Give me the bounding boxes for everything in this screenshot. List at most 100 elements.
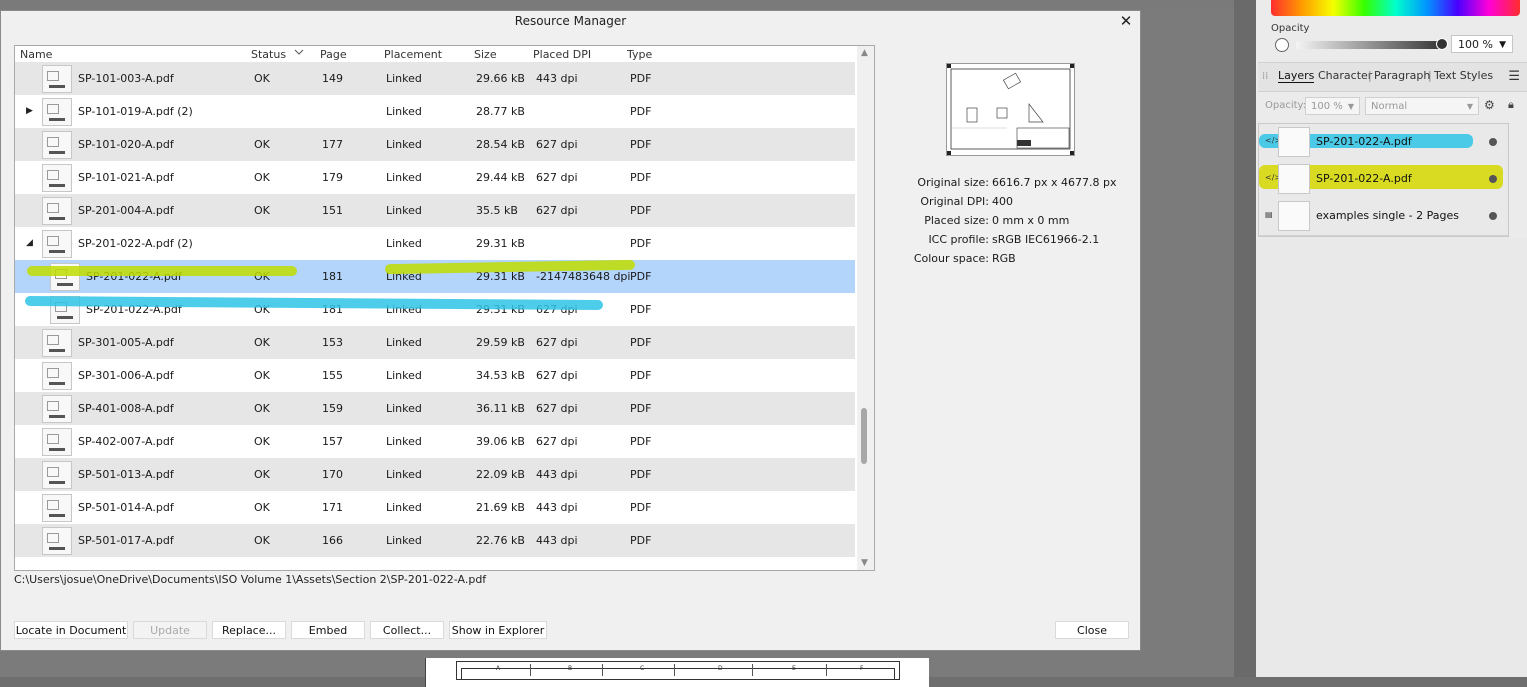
column-header-status[interactable]: Status [251, 48, 286, 61]
layer-name: SP-201-022-A.pdf [1316, 135, 1412, 148]
table-row[interactable]: SP-101-020-A.pdf OK 177 Linked 28.54 kB 627 d… [15, 128, 855, 161]
visibility-dot-icon[interactable] [1489, 212, 1497, 220]
row-name: SP-401-008-A.pdf [78, 402, 174, 415]
colour-spectrum[interactable] [1271, 0, 1520, 16]
table-row[interactable]: SP-101-003-A.pdf OK 149 Linked 29.66 kB 443 d… [15, 62, 855, 95]
opacity-slider[interactable] [1296, 41, 1444, 49]
sort-chevron-icon[interactable] [294, 47, 304, 57]
table-row[interactable]: SP-401-008-A.pdf OK 159 Linked 36.11 kB 627 d… [15, 392, 855, 425]
drawing-frame-inner [461, 668, 895, 679]
scroll-up-icon[interactable]: ▲ [861, 48, 868, 58]
column-header-size[interactable]: Size [474, 48, 497, 61]
replace-button[interactable]: Replace... [212, 621, 286, 639]
gear-icon[interactable]: ⚙ [1484, 98, 1495, 112]
row-name: SP-301-005-A.pdf [78, 336, 174, 349]
row-name: SP-101-021-A.pdf [78, 171, 174, 184]
row-size: 28.54 kB [476, 138, 525, 151]
lock-icon[interactable]: 🔒︎ [1508, 98, 1514, 112]
collect-button[interactable]: Collect... [370, 621, 444, 639]
file-thumbnail [42, 65, 72, 93]
opacity-value-field[interactable]: 100 % ▼ [1451, 35, 1513, 53]
tab-character[interactable]: Character [1318, 69, 1372, 82]
collapse-arrow-icon[interactable]: ◢ [26, 238, 33, 248]
tab-paragraph[interactable]: Paragraph [1374, 69, 1430, 82]
row-status: OK [254, 501, 270, 514]
file-thumbnail [42, 527, 72, 555]
info-value: 400 [992, 195, 1013, 208]
file-thumbnail [42, 197, 72, 225]
table-row[interactable]: SP-501-017-A.pdf OK 166 Linked 22.76 kB 443 d… [15, 524, 855, 557]
layer-thumbnail [1278, 164, 1310, 194]
info-label: ICC profile: [928, 233, 989, 246]
table-row[interactable]: SP-501-013-A.pdf OK 170 Linked 22.09 kB 443 d… [15, 458, 855, 491]
blend-mode-select[interactable]: Normal ▼ [1365, 97, 1479, 115]
tab-layers[interactable]: Layers [1278, 69, 1315, 83]
visibility-dot-icon[interactable] [1489, 175, 1497, 183]
layer-opacity-select[interactable]: 100 % ▼ [1305, 97, 1360, 115]
embed-button[interactable]: Embed [291, 621, 365, 639]
column-header-page[interactable]: Page [320, 48, 347, 61]
row-size: 21.69 kB [476, 501, 525, 514]
blend-mode-value: Normal [1371, 101, 1408, 112]
table-row[interactable]: ▶ SP-101-019-A.pdf (2) Linked 28.77 kB PDF [15, 95, 855, 128]
info-label: Original size: [917, 176, 989, 189]
opacity-label: Opacity [1271, 23, 1310, 34]
table-row[interactable]: SP-402-007-A.pdf OK 157 Linked 39.06 kB 627 d… [15, 425, 855, 458]
row-size: 28.77 kB [476, 105, 525, 118]
row-placement: Linked [386, 171, 422, 184]
file-thumbnail [42, 230, 72, 258]
layer-row[interactable]: ▤ examples single - 2 Pages [1259, 198, 1508, 236]
chevron-down-icon[interactable]: ▼ [1499, 36, 1506, 54]
row-page: 177 [322, 138, 343, 151]
drawing-column-letter: D [718, 665, 723, 672]
info-value: 6616.7 px x 4677.8 px [992, 176, 1117, 189]
column-header-placed-dpi[interactable]: Placed DPI [533, 48, 591, 61]
column-header-placement[interactable]: Placement [384, 48, 442, 61]
close-button[interactable]: Close [1055, 621, 1129, 639]
info-row: Original DPI: 400 [891, 195, 1111, 214]
row-name: SP-101-019-A.pdf (2) [78, 105, 193, 118]
table-row[interactable]: SP-301-006-A.pdf OK 155 Linked 34.53 kB 627 d… [15, 359, 855, 392]
row-name: SP-501-017-A.pdf [78, 534, 174, 547]
close-icon[interactable]: ✕ [1117, 12, 1135, 30]
layer-row[interactable]: </> SP-201-022-A.pdf [1259, 124, 1508, 162]
visibility-dot-icon[interactable] [1489, 138, 1497, 146]
table-row[interactable]: ◢ SP-201-022-A.pdf (2) Linked 29.31 kB PDF [15, 227, 855, 260]
row-status: OK [254, 204, 270, 217]
studio-panel: Opacity 100 % ▼ ⁞⁞ Layers Character | Par… [1256, 0, 1527, 677]
panel-menu-icon[interactable]: ☰ [1508, 69, 1520, 84]
scroll-down-icon[interactable]: ▼ [861, 558, 868, 568]
drawing-preview-icon [947, 64, 1074, 155]
vertical-scrollbar[interactable]: ▲ ▼ [857, 46, 874, 570]
layer-row[interactable]: </> SP-201-022-A.pdf [1259, 161, 1508, 199]
info-value: RGB [992, 252, 1016, 265]
locate-in-document-button[interactable]: Locate in Document [14, 621, 128, 639]
table-row[interactable]: SP-101-021-A.pdf OK 179 Linked 29.44 kB 627 d… [15, 161, 855, 194]
info-row: Original size: 6616.7 px x 4677.8 px [891, 176, 1116, 195]
table-row[interactable]: SP-501-014-A.pdf OK 171 Linked 21.69 kB 443 d… [15, 491, 855, 524]
row-page: 171 [322, 501, 343, 514]
scrollbar-thumb[interactable] [861, 408, 867, 464]
table-row[interactable]: SP-201-004-A.pdf OK 151 Linked 35.5 kB 627 dp… [15, 194, 855, 227]
row-placed-dpi: 443 dpi [536, 534, 578, 547]
expand-arrow-icon[interactable]: ▶ [26, 106, 33, 116]
row-type: PDF [630, 534, 652, 547]
row-size: 36.11 kB [476, 402, 525, 415]
row-name: SP-402-007-A.pdf [78, 435, 174, 448]
row-placed-dpi: 443 dpi [536, 468, 578, 481]
show-in-explorer-button[interactable]: Show in Explorer [449, 621, 547, 639]
row-placement: Linked [386, 105, 422, 118]
column-header-type[interactable]: Type [627, 48, 652, 61]
table-row[interactable]: SP-301-005-A.pdf OK 153 Linked 29.59 kB 627 d… [15, 326, 855, 359]
row-type: PDF [630, 369, 652, 382]
info-row: Placed size: 0 mm x 0 mm [891, 214, 1111, 233]
file-thumbnail [42, 428, 72, 456]
row-status: OK [254, 435, 270, 448]
tab-text-styles[interactable]: Text Styles [1434, 69, 1493, 82]
opacity-swatch[interactable] [1275, 38, 1289, 52]
column-header-name[interactable]: Name [20, 48, 52, 61]
update-button[interactable]: Update [133, 621, 207, 639]
panel-grip-icon[interactable]: ⁞⁞ [1262, 71, 1268, 82]
row-type: PDF [630, 204, 652, 217]
opacity-slider-handle[interactable] [1436, 38, 1448, 50]
